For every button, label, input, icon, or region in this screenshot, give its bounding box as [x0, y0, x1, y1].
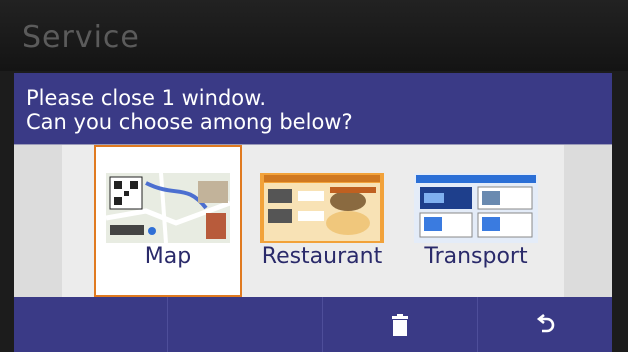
- option-map[interactable]: Map: [94, 145, 242, 297]
- options-right-strip: [564, 145, 612, 297]
- option-restaurant[interactable]: Restaurant: [248, 145, 396, 297]
- message-line-2: Can you choose among below?: [26, 110, 353, 134]
- back-arrow-icon: [536, 313, 555, 332]
- restaurant-thumbnail-icon: [260, 173, 384, 243]
- option-label: Restaurant: [261, 244, 383, 269]
- transport-thumbnail-icon: [414, 173, 538, 243]
- option-transport[interactable]: Transport: [402, 145, 550, 297]
- close-window-dialog: Please close 1 window. Can you choose am…: [14, 73, 612, 352]
- delete-button[interactable]: [323, 297, 478, 352]
- map-thumbnail-icon: [106, 173, 230, 243]
- option-label: Map: [144, 244, 192, 269]
- window-options: Map Restaurant Transport: [14, 145, 612, 297]
- option-label: Transport: [424, 244, 528, 269]
- toolbar-button-2[interactable]: [168, 297, 323, 352]
- bottom-toolbar: [14, 297, 612, 352]
- back-button[interactable]: [478, 297, 612, 352]
- page-title: Service: [22, 20, 140, 55]
- trash-icon: [392, 313, 408, 336]
- title-bar: Service: [0, 0, 628, 71]
- toolbar-button-1[interactable]: [14, 297, 168, 352]
- dialog-message: Please close 1 window. Can you choose am…: [14, 73, 612, 145]
- options-left-strip: [14, 145, 62, 297]
- message-line-1: Please close 1 window.: [26, 86, 267, 110]
